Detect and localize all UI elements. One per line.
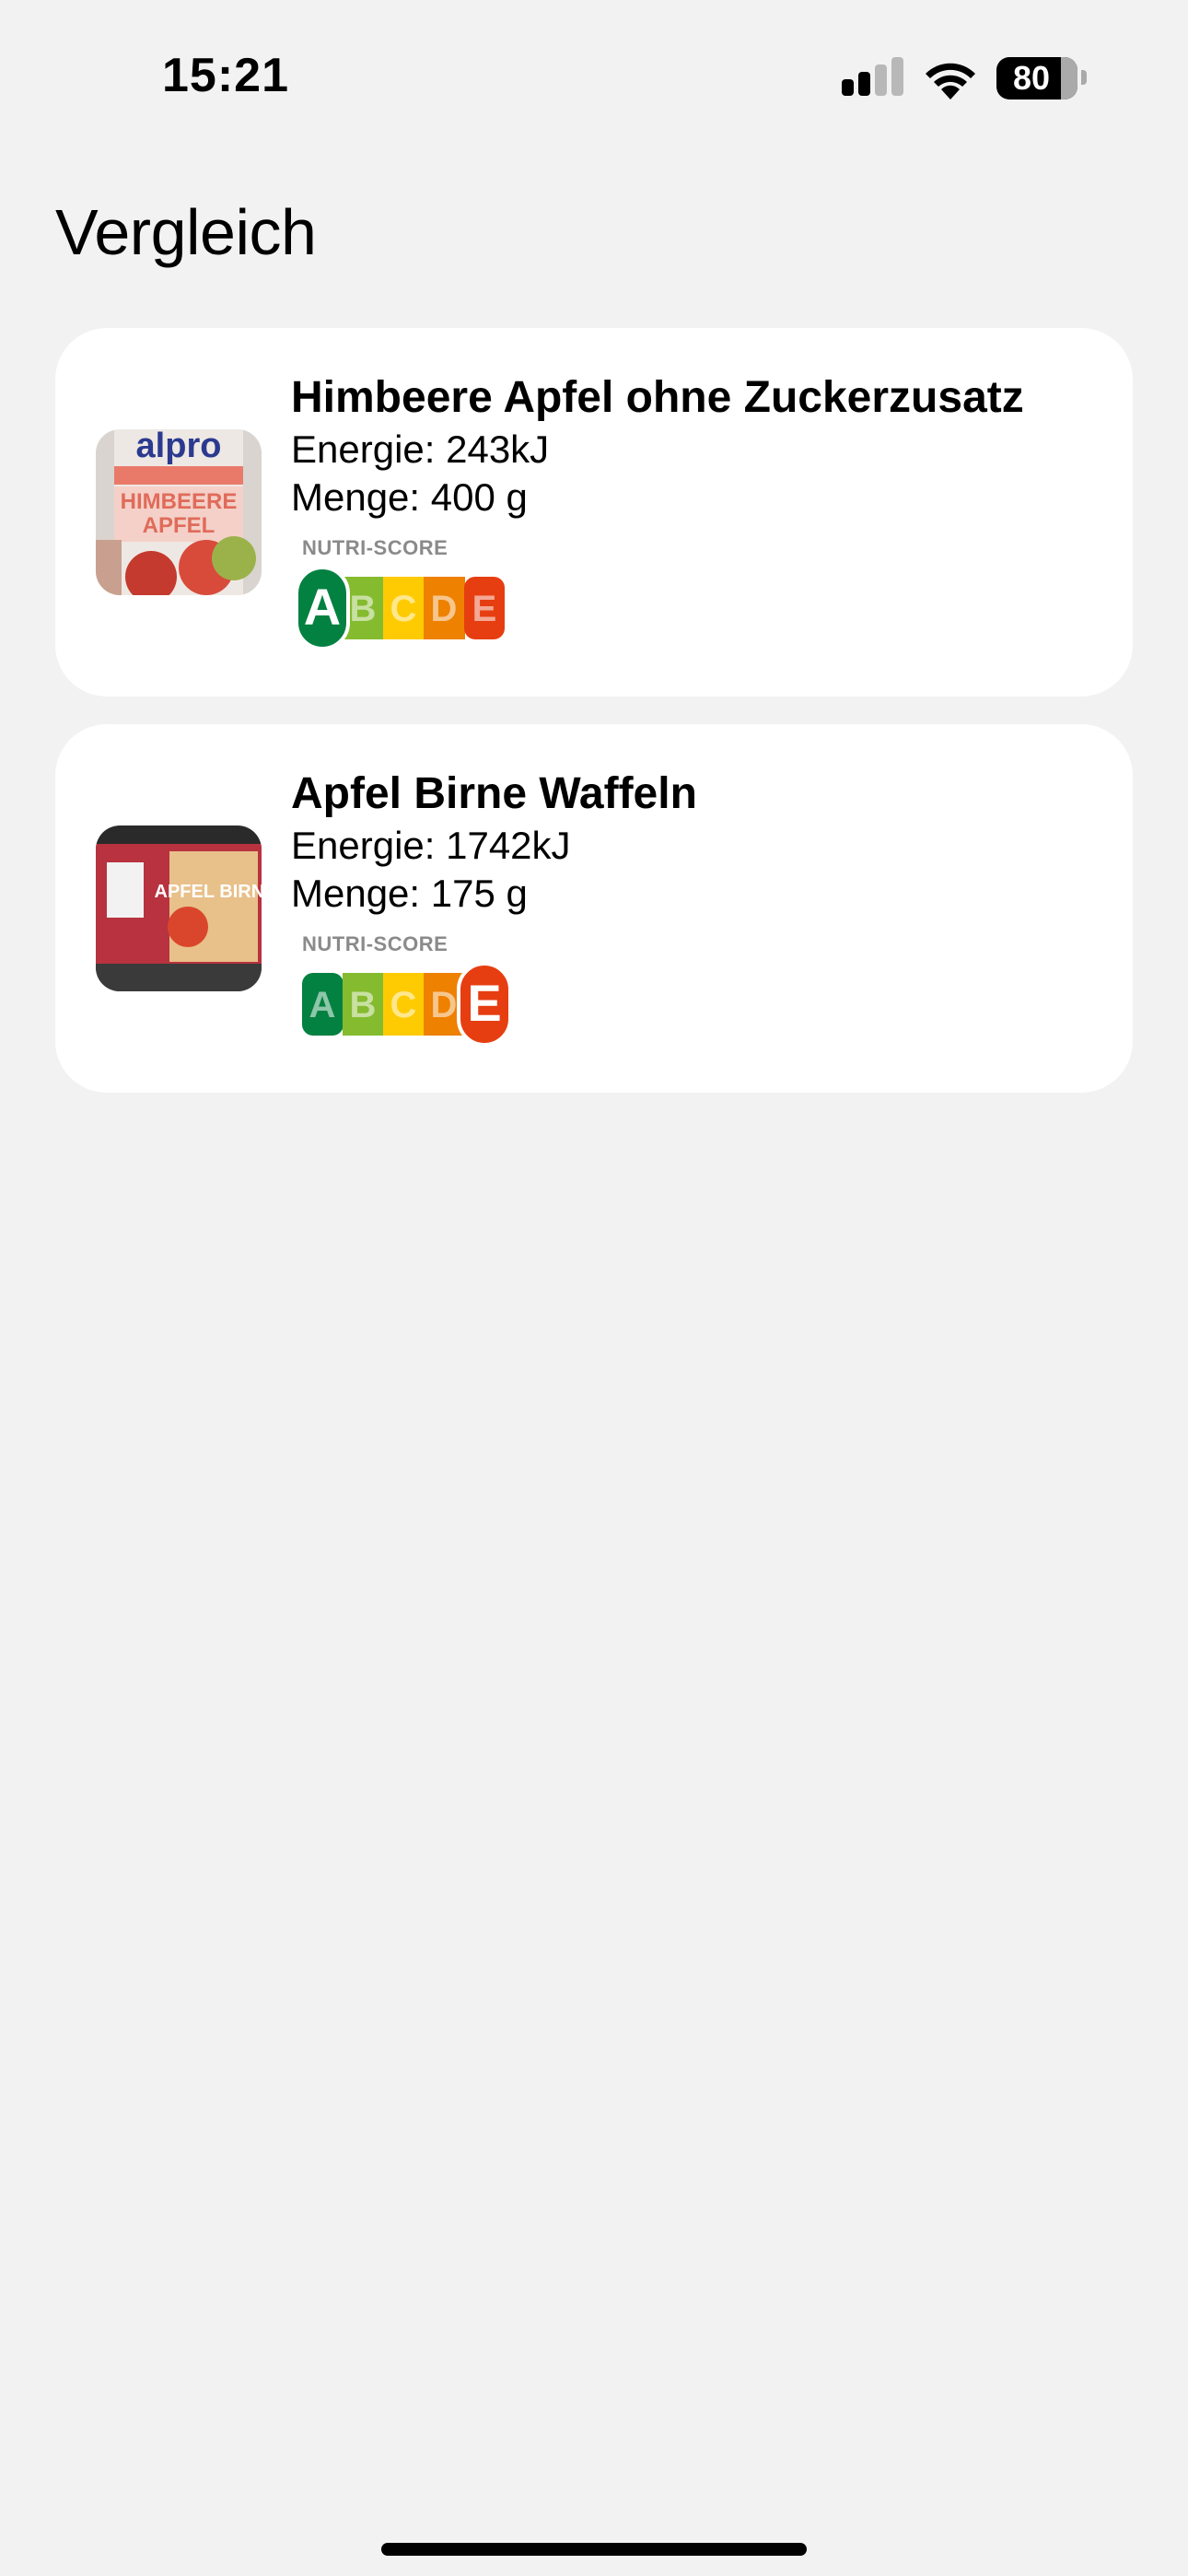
- nutri-letter-a: A: [309, 985, 336, 1025]
- nutri-score-label: NUTRI-SCORE: [302, 536, 448, 559]
- battery-tip: [1081, 70, 1087, 85]
- product-energy: Energie: 243kJ: [291, 427, 550, 471]
- product-card[interactable]: APFEL BIRNE Apfel Birne Waffeln Energie:…: [55, 724, 1133, 1093]
- svg-text:APFEL: APFEL: [143, 513, 215, 538]
- cellular-signal-icon: [840, 55, 906, 101]
- nutri-score-badge: NUTRI-SCORE ABCDEA: [291, 536, 512, 650]
- product-image: APFEL BIRNE: [96, 825, 262, 991]
- nutri-score-scale: ABCDEA: [297, 566, 505, 650]
- product-quantity: Menge: 400 g: [291, 475, 528, 519]
- nutri-score-label: NUTRI-SCORE: [302, 932, 448, 955]
- nutri-letter-e: E: [472, 589, 497, 629]
- status-time: 15:21: [162, 49, 289, 102]
- nutri-letter-b: B: [350, 589, 377, 629]
- wifi-icon: [926, 63, 975, 100]
- nutri-score-scale: ABCDEE: [297, 962, 512, 1047]
- nutri-letter-c: C: [390, 589, 417, 629]
- battery-icon: 80: [996, 57, 1077, 100]
- product-card[interactable]: alpro HIMBEERE APFEL Himbeere Apfel ohne…: [55, 328, 1133, 697]
- product-name: Himbeere Apfel ohne Zuckerzusatz: [291, 373, 1024, 422]
- product-energy: Energie: 1742kJ: [291, 824, 571, 867]
- nutri-letter-c: C: [390, 985, 417, 1025]
- product-name: Apfel Birne Waffeln: [291, 769, 697, 818]
- product-image-text: APFEL BIRNE: [155, 882, 262, 902]
- product-quantity: Menge: 175 g: [291, 872, 528, 915]
- page-title: Vergleich: [55, 196, 317, 268]
- home-indicator[interactable]: [381, 2543, 807, 2556]
- nutri-score-badge: NUTRI-SCORE ABCDEE: [291, 932, 512, 1047]
- nutri-letter-b: B: [350, 985, 377, 1025]
- nutri-letter-d: D: [431, 589, 458, 629]
- svg-text:HIMBEERE: HIMBEERE: [121, 489, 238, 514]
- product-image: alpro HIMBEERE APFEL: [96, 429, 262, 595]
- nutri-selected-letter: A: [304, 578, 341, 636]
- nutri-letter-d: D: [431, 985, 458, 1025]
- product-image-logo: alpro: [136, 429, 222, 465]
- nutri-selected-letter: E: [467, 974, 501, 1032]
- battery-percent: 80: [1012, 59, 1051, 97]
